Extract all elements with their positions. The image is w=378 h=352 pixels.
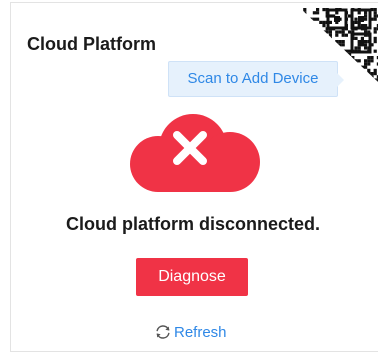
refresh-label: Refresh [174, 323, 227, 341]
cloud-error-icon [130, 114, 260, 192]
status-message: Cloud platform disconnected. [65, 214, 320, 234]
refresh-icon [156, 325, 170, 339]
tooltip-text: Scan to Add Device [187, 70, 319, 87]
refresh-link[interactable]: Refresh [154, 321, 227, 343]
diagnose-button[interactable]: Diagnose [136, 258, 248, 296]
panel-title: Cloud Platform [27, 34, 156, 54]
scan-tooltip: Scan to Add Device [168, 61, 344, 97]
tooltip-arrow [337, 73, 344, 87]
